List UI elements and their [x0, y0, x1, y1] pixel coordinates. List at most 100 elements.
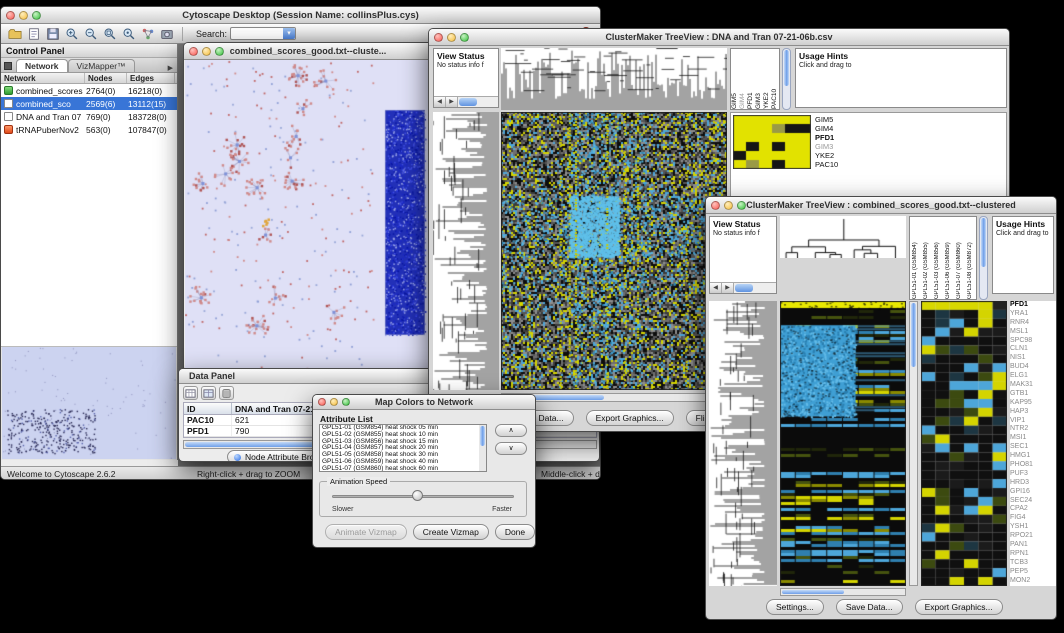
gene-label[interactable]: YKE2 — [815, 151, 859, 160]
scroll-left-icon[interactable]: ◀ — [710, 283, 722, 293]
gene-label[interactable]: MSL1 — [1010, 328, 1056, 337]
gene-label[interactable]: GIM4 — [815, 124, 859, 133]
gene-label[interactable]: NIS1 — [1010, 354, 1056, 363]
save-data-button[interactable]: Save Data... — [836, 599, 903, 615]
maximize-icon[interactable] — [460, 33, 469, 42]
gene-label[interactable]: VIP1 — [1010, 417, 1056, 426]
gene-label[interactable]: RNR4 — [1010, 319, 1056, 328]
gene-label[interactable]: NTR2 — [1010, 425, 1056, 434]
export-graphics-button[interactable]: Export Graphics... — [915, 599, 1003, 615]
gene-label[interactable]: TCB3 — [1010, 559, 1056, 568]
scroll-left-icon[interactable]: ◀ — [434, 97, 446, 107]
zoom-selected-icon[interactable] — [121, 26, 137, 42]
close-icon[interactable] — [6, 11, 15, 20]
gene-label[interactable]: MAK31 — [1010, 381, 1056, 390]
heatmap-hscrollbar[interactable] — [780, 588, 906, 596]
minimize-icon[interactable] — [202, 47, 211, 56]
zoom-in-icon[interactable] — [64, 26, 80, 42]
gene-label[interactable]: CPA2 — [1010, 505, 1056, 514]
close-icon[interactable] — [189, 47, 198, 56]
gene-label[interactable]: PUF3 — [1010, 470, 1056, 479]
gene-label[interactable]: PAN1 — [1010, 541, 1056, 550]
animation-speed-slider[interactable] — [332, 495, 514, 498]
tab-network[interactable]: Network — [16, 59, 68, 72]
minimize-icon[interactable] — [724, 201, 733, 210]
treeview-combined-titlebar[interactable]: ClusterMaker TreeView : combined_scores_… — [706, 197, 1056, 214]
gene-label[interactable]: GIM3 — [815, 142, 859, 151]
attribute-grid-icon[interactable] — [201, 386, 216, 400]
zoom-heatmap[interactable] — [921, 301, 1007, 586]
view-status-scrollbar[interactable]: ◀▶ — [710, 282, 776, 293]
move-down-button[interactable]: ∨ — [495, 442, 527, 455]
attribute-item[interactable]: GPL51-07 (GSM860) heat shock 60 min — [320, 466, 486, 472]
import-icon[interactable] — [26, 26, 42, 42]
gene-label[interactable]: SEC24 — [1010, 497, 1056, 506]
gene-label[interactable]: SPC98 — [1010, 337, 1056, 346]
gene-label[interactable]: GTB1 — [1010, 390, 1056, 399]
delete-attribute-icon[interactable] — [219, 386, 234, 400]
attribute-list[interactable]: GPL51-01 (GSM854) heat shock 05 minGPL51… — [319, 424, 487, 472]
network-tree-area[interactable] — [1, 136, 177, 347]
minimize-icon[interactable] — [330, 398, 338, 406]
tab-overflow-icon[interactable]: ▶ — [168, 64, 173, 72]
scrollbar-thumb[interactable] — [480, 426, 485, 446]
gene-dendrogram[interactable] — [433, 112, 499, 390]
array-labels[interactable]: GPL51-01 (GSM854)GPL51-02 (GSM855)GPL51-… — [909, 216, 977, 300]
gene-label[interactable]: PEP5 — [1010, 568, 1056, 577]
view-status-scrollbar[interactable]: ◀▶ — [434, 96, 498, 107]
done-button[interactable]: Done — [495, 524, 535, 540]
open-folder-icon[interactable] — [7, 26, 23, 42]
column-edges[interactable]: Edges — [127, 73, 175, 83]
scrollbar-thumb[interactable] — [459, 98, 477, 106]
maximize-icon[interactable] — [737, 201, 746, 210]
scrollbar-thumb[interactable] — [782, 590, 844, 594]
network-view-titlebar[interactable]: combined_scores_good.txt--cluste... — [184, 43, 432, 60]
column-id[interactable]: ID — [184, 403, 232, 414]
dialog-titlebar[interactable]: Map Colors to Network — [313, 395, 535, 410]
column-dendrogram[interactable] — [501, 48, 727, 110]
network-overview-thumbnail[interactable] — [2, 347, 176, 459]
gene-label[interactable]: HRD3 — [1010, 479, 1056, 488]
zoom-heatmap[interactable] — [733, 115, 811, 169]
gene-label[interactable]: RPN1 — [1010, 550, 1056, 559]
gene-label[interactable]: PHO81 — [1010, 461, 1056, 470]
network-row[interactable]: DNA and Tran 07769(0)183728(0) — [1, 110, 177, 123]
zoom-fit-icon[interactable] — [102, 26, 118, 42]
gene-label[interactable]: HMG1 — [1010, 452, 1056, 461]
gene-label[interactable]: GIM5 — [815, 115, 859, 124]
overview-icon[interactable] — [140, 26, 156, 42]
close-icon[interactable] — [318, 398, 326, 406]
minimize-icon[interactable] — [19, 11, 28, 20]
global-heatmap[interactable] — [780, 301, 906, 586]
gene-label[interactable]: RPO21 — [1010, 532, 1056, 541]
column-label-scrollbar[interactable] — [782, 48, 791, 110]
combo-arrow-icon[interactable]: ▾ — [283, 28, 295, 39]
array-dendrogram[interactable] — [780, 216, 906, 258]
scroll-right-icon[interactable]: ▶ — [722, 283, 734, 293]
panel-grip-icon[interactable] — [4, 62, 12, 70]
scrollbar-thumb[interactable] — [784, 50, 789, 86]
network-row[interactable]: tRNAPuberNov2563(0)107847(0) — [1, 123, 177, 136]
gene-label[interactable]: HAP3 — [1010, 408, 1056, 417]
gene-label[interactable]: BUD4 — [1010, 363, 1056, 372]
gene-label[interactable]: MON2 — [1010, 577, 1056, 586]
animate-vizmap-button[interactable]: Animate Vizmap — [325, 524, 407, 540]
export-graphics-button[interactable]: Export Graphics... — [586, 410, 674, 426]
snapshot-icon[interactable] — [159, 26, 175, 42]
column-nodes[interactable]: Nodes — [85, 73, 127, 83]
gene-label[interactable]: KAP95 — [1010, 399, 1056, 408]
save-icon[interactable] — [45, 26, 61, 42]
scrollbar-thumb[interactable] — [981, 218, 986, 267]
network-row[interactable]: combined_sco2569(6)13112(15) — [1, 97, 177, 110]
gene-label[interactable]: FIG4 — [1010, 514, 1056, 523]
gene-label[interactable]: YSH1 — [1010, 523, 1056, 532]
column-network[interactable]: Network — [1, 73, 85, 83]
attribute-select-icon[interactable] — [183, 386, 198, 400]
gene-label[interactable]: ELG1 — [1010, 372, 1056, 381]
minimize-icon[interactable] — [447, 33, 456, 42]
tab-vizmapper[interactable]: VizMapper™ — [68, 59, 135, 72]
create-vizmap-button[interactable]: Create Vizmap — [413, 524, 489, 540]
close-icon[interactable] — [434, 33, 443, 42]
array-label-scrollbar[interactable] — [979, 216, 988, 300]
zoom-out-icon[interactable] — [83, 26, 99, 42]
